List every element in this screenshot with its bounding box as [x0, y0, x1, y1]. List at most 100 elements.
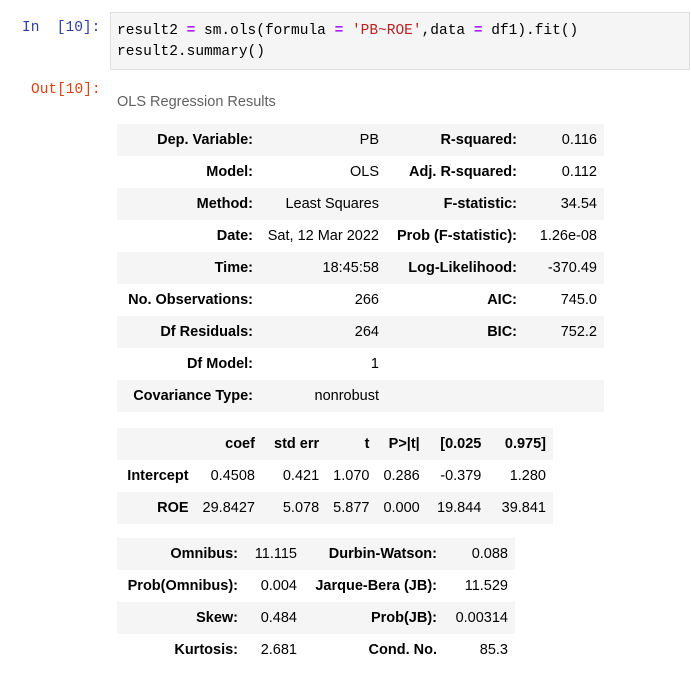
table-cell: Adj. R-squared:	[409, 164, 517, 180]
table-cell: 0.421	[282, 468, 320, 484]
coefficients-header-row: coef std err t P>|t| [0.025 0.975]	[117, 428, 553, 460]
table-cell: BIC:	[487, 324, 517, 340]
table-row: Date: Sat, 12 Mar 2022 Prob (F-statistic):…	[117, 220, 604, 252]
table-cell: ROE	[157, 500, 189, 516]
table-cell: PB	[359, 132, 379, 148]
table-cell: F-statistic:	[443, 196, 517, 212]
table-cell	[524, 380, 604, 412]
column-header: std err	[274, 436, 320, 452]
diagnostics-table: Omnibus: 11.115 Durbin-Watson: 0.088 Prob(Om…	[117, 538, 515, 666]
coefficients-table: coef std err t P>|t| [0.025 0.975] Intercept 0…	[117, 428, 553, 524]
table-row: Omnibus: 11.115 Durbin-Watson: 0.088	[117, 538, 515, 570]
table-cell: AIC:	[487, 292, 517, 308]
table-row: Method: Least Squares F-statistic: 34.54	[117, 188, 604, 220]
table-cell: 1	[370, 356, 379, 372]
table-cell: Method:	[196, 196, 253, 212]
table-cell: 5.877	[333, 500, 370, 516]
table-cell: Omnibus:	[170, 546, 238, 562]
table-row: Df Residuals: 264 BIC: 752.2	[117, 316, 604, 348]
table-cell: 745.0	[560, 292, 597, 308]
code-line-2: result2.summary()	[117, 44, 265, 60]
output-prompt: Out[10]:	[31, 82, 101, 98]
table-cell: Date:	[216, 228, 253, 244]
column-header: [0.025	[440, 436, 482, 452]
table-cell	[384, 380, 524, 412]
table-cell: 0.116	[561, 132, 597, 148]
table-cell: Log-Likelihood:	[408, 260, 517, 276]
code-token: df1).fit()	[482, 23, 579, 39]
table-cell: Jarque-Bera (JB):	[315, 578, 437, 594]
table-row: No. Observations: 266 AIC: 745.0	[117, 284, 604, 316]
table-cell: 19.844	[437, 500, 482, 516]
table-cell: 0.000	[383, 500, 420, 516]
table-row: Prob(Omnibus): 0.004 Jarque-Bera (JB): 11.5…	[117, 570, 515, 602]
table-cell: Intercept	[127, 468, 189, 484]
table-cell: Prob (F-statistic):	[396, 228, 517, 244]
table-cell: 0.286	[383, 468, 420, 484]
table-cell: 85.3	[479, 642, 508, 658]
table-cell: 0.484	[260, 610, 297, 626]
table-cell: 0.4508	[210, 468, 255, 484]
table-cell: 0.00314	[455, 610, 508, 626]
table-cell: OLS	[349, 164, 379, 180]
table-cell: No. Observations:	[128, 292, 253, 308]
table-cell: Least Squares	[285, 196, 379, 212]
table-cell: -0.379	[440, 468, 482, 484]
table-cell: 1.070	[333, 468, 370, 484]
table-cell: Df Model:	[186, 356, 253, 372]
table-row: Model: OLS Adj. R-squared: 0.112	[117, 156, 604, 188]
table-caption: OLS Regression Results	[117, 94, 276, 110]
table-cell: 752.2	[560, 324, 597, 340]
code-operator: =	[334, 23, 344, 39]
table-cell: Kurtosis:	[174, 642, 238, 658]
table-cell: -370.49	[547, 260, 597, 276]
table-cell: Prob(Omnibus):	[127, 578, 238, 594]
table-cell: Cond. No.	[368, 642, 437, 658]
table-cell: 11.529	[464, 578, 508, 594]
column-header: coef	[225, 436, 255, 452]
column-header: P>|t|	[388, 436, 420, 452]
table-row: Skew: 0.484 Prob(JB): 0.00314	[117, 602, 515, 634]
table-cell	[524, 348, 604, 380]
table-cell: 264	[354, 324, 379, 340]
table-cell: 11.115	[254, 546, 297, 562]
table-cell: 34.54	[560, 196, 597, 212]
table-cell: Dep. Variable:	[157, 132, 253, 148]
table-cell: 0.004	[260, 578, 297, 594]
code-token: result2	[117, 23, 187, 39]
table-cell: 1.26e-08	[539, 228, 597, 244]
table-cell: Prob(JB):	[370, 610, 437, 626]
table-row: ROE 29.8427 5.078 5.877 0.000 19.844 39.841	[117, 492, 553, 524]
column-header	[117, 428, 196, 460]
table-cell: Durbin-Watson:	[328, 546, 437, 562]
table-row: Time: 18:45:58 Log-Likelihood: -370.49	[117, 252, 604, 284]
model-summary-table: Dep. Variable: PB R-squared: 0.116 Model: OLS…	[117, 124, 604, 412]
code-token: ,data	[421, 23, 474, 39]
input-prompt: In [10]:	[22, 20, 101, 36]
table-cell	[384, 348, 524, 380]
table-cell: 0.088	[471, 546, 508, 562]
code-token: sm.ols(formula	[195, 23, 335, 39]
code-string: 'PB~ROE'	[351, 23, 422, 39]
table-cell: 1.280	[509, 468, 546, 484]
table-cell: Covariance Type:	[133, 388, 253, 404]
table-cell: 2.681	[260, 642, 297, 658]
table-row: Intercept 0.4508 0.421 1.070 0.286 -0.379 1.28…	[117, 460, 553, 492]
column-header: t	[364, 436, 370, 452]
table-row: Kurtosis: 2.681 Cond. No. 85.3	[117, 634, 515, 666]
table-row: Df Model: 1	[117, 348, 604, 380]
table-cell: 18:45:58	[322, 260, 379, 276]
code-operator: =	[473, 23, 483, 39]
column-header: 0.975]	[504, 436, 546, 452]
table-cell: 29.8427	[202, 500, 255, 516]
table-cell: Df Residuals:	[160, 324, 253, 340]
table-cell: nonrobust	[314, 388, 380, 404]
table-cell: Model:	[206, 164, 253, 180]
code-editor[interactable]: result2 = sm.ols(formula = 'PB~ROE',data…	[110, 12, 690, 70]
table-cell: R-squared:	[440, 132, 517, 148]
table-cell: 0.112	[561, 164, 597, 180]
table-cell: 5.078	[282, 500, 320, 516]
table-cell: 39.841	[501, 500, 546, 516]
table-cell: Time:	[214, 260, 253, 276]
